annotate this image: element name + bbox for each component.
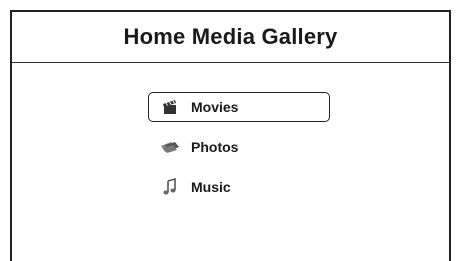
- gallery-window: Home Media Gallery Movies Photos Music: [10, 10, 451, 261]
- menu-item-photos[interactable]: Photos: [148, 132, 330, 162]
- menu-item-label: Photos: [191, 139, 239, 155]
- menu-item-label: Movies: [191, 99, 239, 115]
- menu-item-movies[interactable]: Movies: [148, 92, 330, 122]
- photos-icon: [159, 138, 181, 156]
- page-title: Home Media Gallery: [123, 24, 338, 49]
- clapperboard-icon: [159, 98, 181, 116]
- title-bar: Home Media Gallery: [12, 12, 449, 63]
- menu-item-music[interactable]: Music: [148, 172, 330, 202]
- music-note-icon: [159, 178, 181, 196]
- media-menu: Movies Photos Music: [148, 92, 330, 212]
- menu-item-label: Music: [191, 179, 231, 195]
